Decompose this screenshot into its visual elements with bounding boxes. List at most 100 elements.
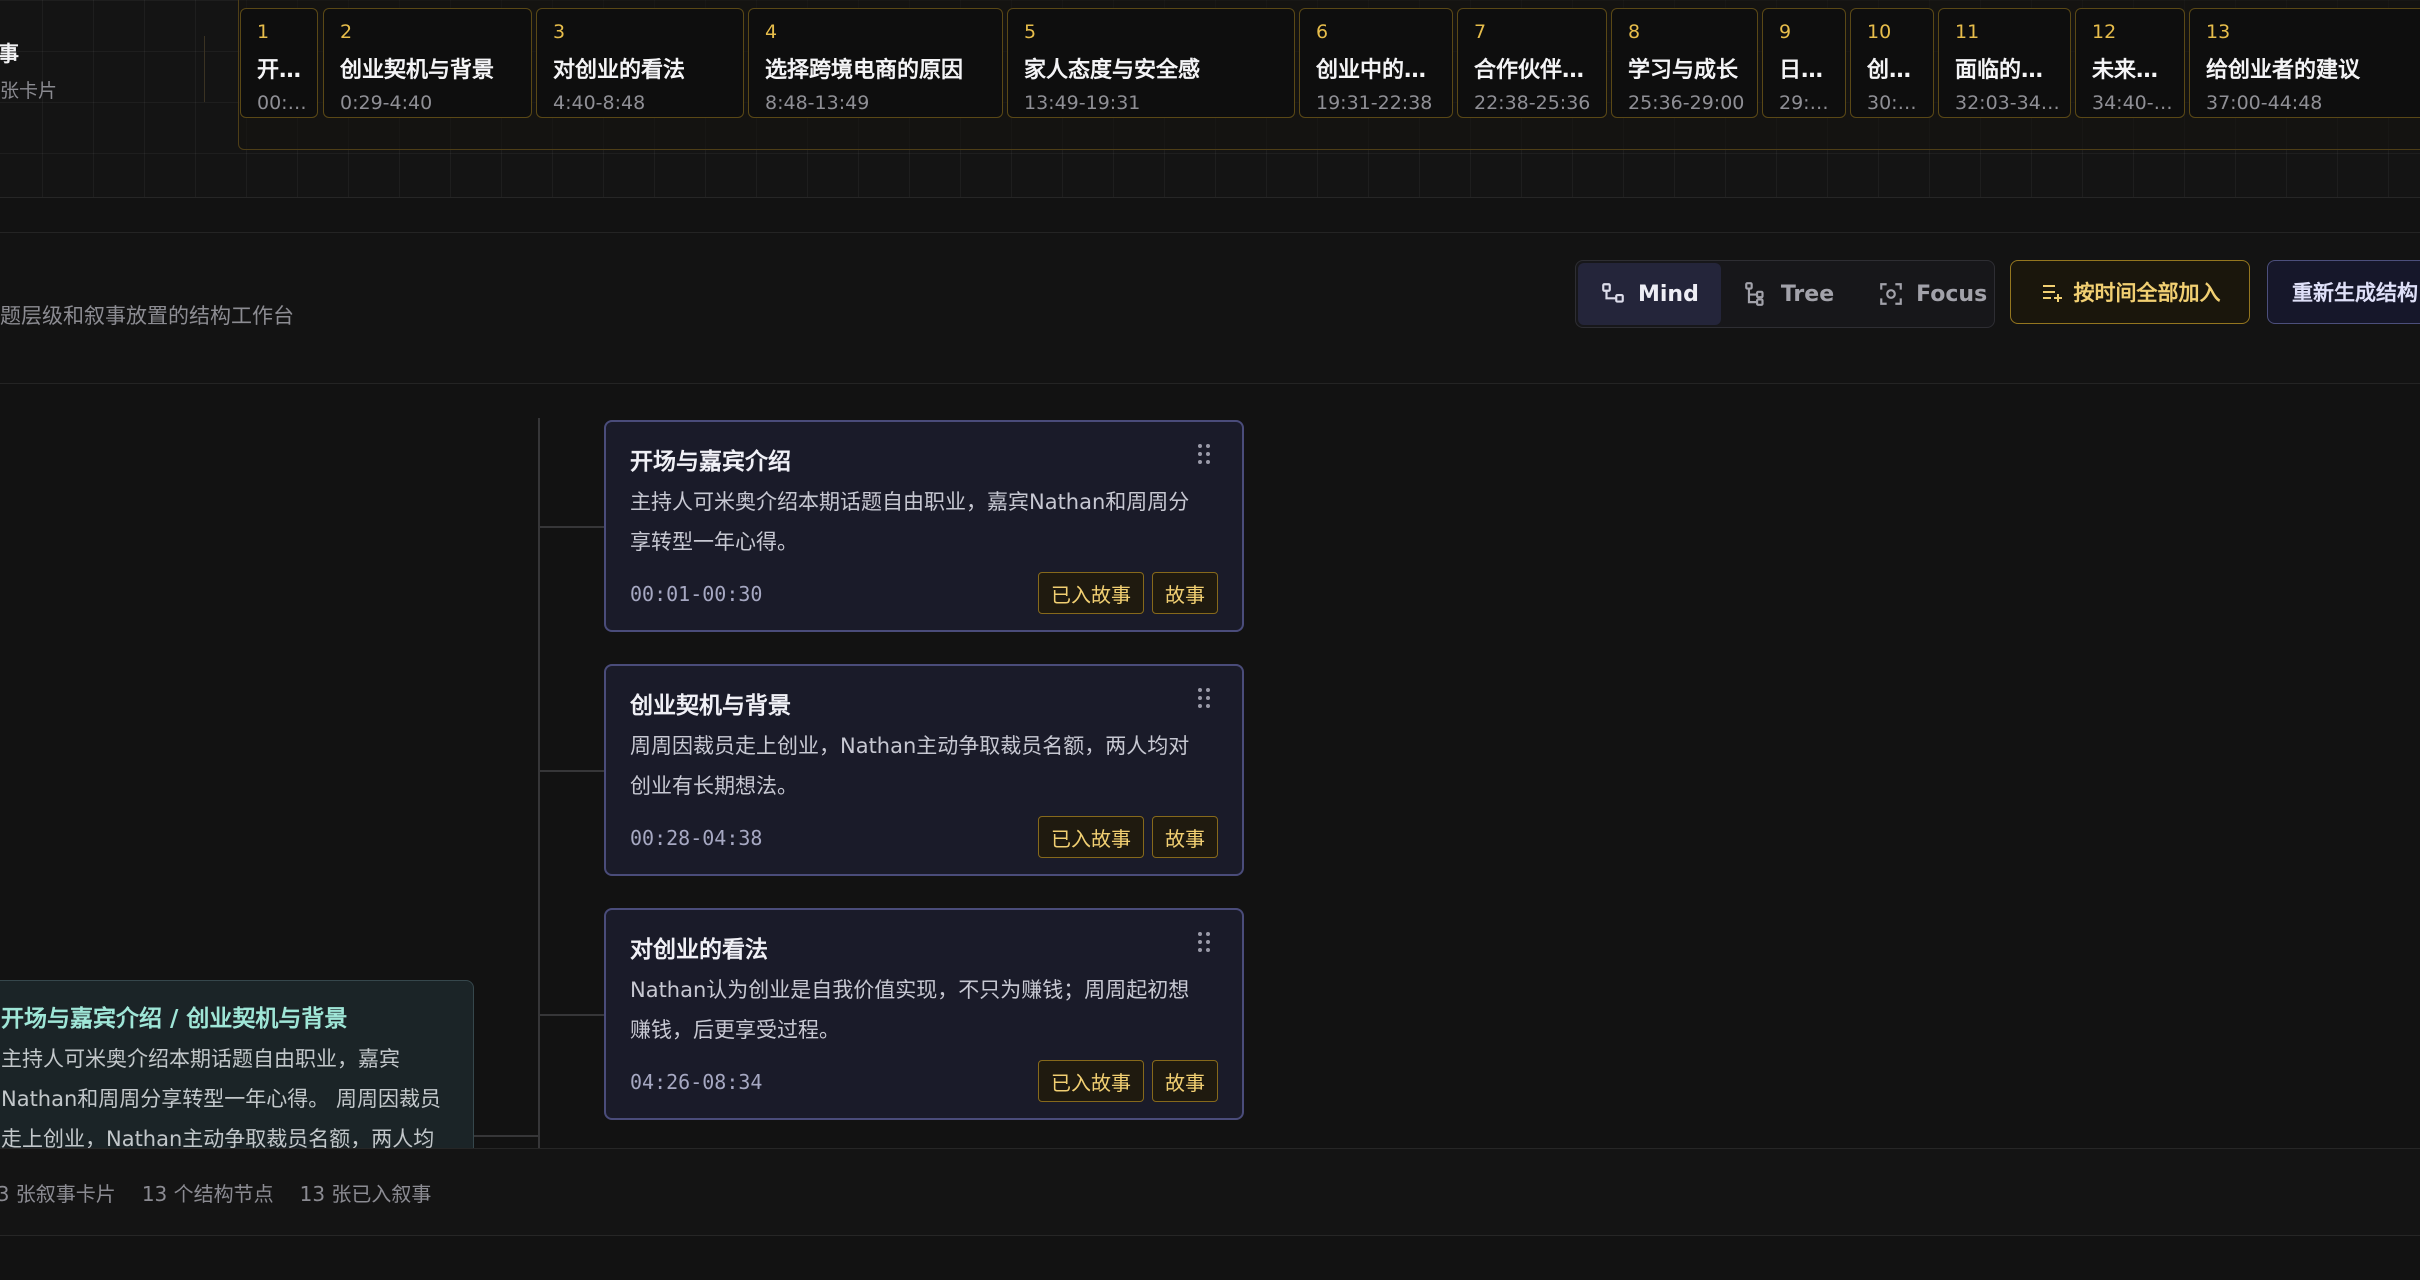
story-tag[interactable]: 故事 (1152, 572, 1218, 614)
chip-time: 13:49-19:31 (1024, 92, 1141, 114)
chip-number: 6 (1316, 21, 1329, 43)
chip-time: 32:03-34:40 (1955, 92, 2070, 114)
timeline-chip-4[interactable]: 4 选择跨境电商的原因 8:48-13:49 (748, 8, 1003, 118)
view-tree-button[interactable]: Tree (1721, 263, 1856, 325)
chip-title: 创业收获 (1867, 58, 1933, 83)
timeline-chip-8[interactable]: 8 学习与成长 25:36-29:00 (1611, 8, 1758, 118)
timeline-chip-9[interactable]: 9 日常节奏 29:00-30:10 (1762, 8, 1846, 118)
in-story-tag[interactable]: 已入故事 (1038, 816, 1144, 858)
timeline-chip-1[interactable]: 1 开场与嘉宾介绍 00:01-00:30 (240, 8, 318, 118)
node-title: 对创业的看法 (630, 937, 768, 963)
chip-number: 10 (1867, 21, 1892, 43)
node-timecode: 04:26-08:34 (630, 1070, 763, 1094)
mind-map-icon (1602, 283, 1624, 303)
status-bar: 13 张叙事卡片 13 个结构节点 13 张已入叙事 (0, 1148, 2420, 1236)
chip-time: 19:31-22:38 (1316, 92, 1433, 114)
focus-icon (1880, 283, 1902, 305)
chip-number: 2 (340, 21, 353, 43)
structure-toolbar: 题层级和叙事放置的结构工作台 Mind Tree Focus 按时间全部加入 重… (0, 232, 2420, 384)
node-summary: Nathan认为创业是自我价值实现，不只为赚钱；周周起初想赚钱，后更享受过程。 (630, 978, 1190, 1042)
timeline-chip-13[interactable]: 13 给创业者的建议 37:00-44:48 (2189, 8, 2420, 118)
list-add-icon (2042, 285, 2062, 302)
chip-title: 创业中的挑战 (1316, 58, 1449, 83)
drag-handle-icon[interactable] (1198, 444, 1212, 464)
chip-number: 3 (553, 21, 566, 43)
connector-branch (539, 526, 605, 528)
regenerate-label: 重新生成结构 (2292, 281, 2418, 305)
structure-node[interactable]: 对创业的看法 Nathan认为创业是自我价值实现，不只为赚钱；周周起初想赚钱，后… (604, 908, 1244, 1120)
node-summary: 主持人可米奥介绍本期话题自由职业，嘉宾Nathan和周周分享转型一年心得。 (630, 490, 1190, 554)
regenerate-structure-button[interactable]: 重新生成结构 (2267, 260, 2420, 324)
chip-number: 11 (1955, 21, 1980, 43)
merged-node-title: 开场与嘉宾介绍 / 创业契机与背景 (1, 1006, 348, 1032)
merged-parent-node[interactable]: 开场与嘉宾介绍 / 创业契机与背景 主持人可米奥介绍本期话题自由职业，嘉宾Nat… (0, 980, 474, 1170)
node-title: 创业契机与背景 (630, 693, 791, 719)
timeline-chip-5[interactable]: 5 家人态度与安全感 13:49-19:31 (1007, 8, 1295, 118)
chip-number: 4 (765, 21, 778, 43)
in-story-tag[interactable]: 已入故事 (1038, 572, 1144, 614)
chip-number: 7 (1474, 21, 1487, 43)
timeline-track: 1 开场与嘉宾介绍 00:01-00:30 2 创业契机与背景 0:29-4:4… (238, 0, 2420, 150)
chip-title: 给创业者的建议 (2206, 58, 2361, 83)
connector-branch (539, 1014, 605, 1016)
drag-handle-icon[interactable] (1198, 932, 1212, 952)
timeline-chip-10[interactable]: 10 创业收获 30:10-32:03 (1850, 8, 1934, 118)
chip-title: 未来规划 (2092, 58, 2181, 83)
chip-title: 开场与嘉宾介绍 (257, 58, 317, 83)
chip-number: 5 (1024, 21, 1037, 43)
chip-time: 0:29-4:40 (340, 92, 433, 114)
tree-icon (1745, 282, 1764, 306)
timeline-chip-7[interactable]: 7 合作伙伴关系 22:38-25:36 (1457, 8, 1607, 118)
chip-time: 30:10-32:03 (1867, 92, 1933, 114)
chip-title: 学习与成长 (1628, 58, 1739, 83)
view-mind-button[interactable]: Mind (1578, 263, 1721, 325)
story-title: 事 (0, 42, 20, 66)
chip-time: 29:00-30:10 (1779, 92, 1845, 114)
header-divider (204, 36, 205, 102)
chip-title: 面临的困难 (1955, 58, 2066, 83)
structure-node[interactable]: 创业契机与背景 周周因裁员走上创业，Nathan主动争取裁员名额，两人均对创业有… (604, 664, 1244, 876)
chip-number: 8 (1628, 21, 1641, 43)
merged-node-summary: 主持人可米奥介绍本期话题自由职业，嘉宾Nathan和周周分享转型一年心得。 周周… (1, 1047, 441, 1151)
timeline-chip-11[interactable]: 11 面临的困难 32:03-34:40 (1938, 8, 2071, 118)
story-header: 事 张卡片 (0, 38, 57, 103)
timeline-chip-2[interactable]: 2 创业契机与背景 0:29-4:40 (323, 8, 532, 118)
workspace-description: 题层级和叙事放置的结构工作台 (0, 304, 294, 328)
add-all-by-time-button[interactable]: 按时间全部加入 (2010, 260, 2250, 324)
drag-handle-icon[interactable] (1198, 688, 1212, 708)
view-mode-switch: Mind Tree Focus (1575, 260, 1995, 328)
chip-title: 创业契机与背景 (340, 58, 495, 83)
story-tag[interactable]: 故事 (1152, 816, 1218, 858)
story-tag[interactable]: 故事 (1152, 1060, 1218, 1102)
connector-branch (474, 1135, 540, 1137)
add-all-label: 按时间全部加入 (2073, 281, 2221, 305)
chip-time: 00:01-00:30 (257, 92, 317, 114)
node-title: 开场与嘉宾介绍 (630, 449, 791, 475)
view-focus-button[interactable]: Focus (1856, 263, 2009, 325)
chip-title: 对创业的看法 (553, 58, 686, 83)
view-mind-label: Mind (1638, 281, 1699, 307)
mind-map-canvas: 开场与嘉宾介绍 主持人可米奥介绍本期话题自由职业，嘉宾Nathan和周周分享转型… (0, 384, 2420, 1170)
chip-number: 1 (257, 21, 270, 43)
timeline-chip-6[interactable]: 6 创业中的挑战 19:31-22:38 (1299, 8, 1453, 118)
timeline-chip-3[interactable]: 3 对创业的看法 4:40-8:48 (536, 8, 744, 118)
node-timecode: 00:01-00:30 (630, 582, 763, 606)
chip-time: 8:48-13:49 (765, 92, 870, 114)
node-timecode: 00:28-04:38 (630, 826, 763, 850)
chip-title: 日常节奏 (1779, 58, 1845, 83)
node-count-stat: 13 个结构节点 (141, 1181, 274, 1206)
chip-title: 合作伙伴关系 (1474, 58, 1606, 83)
chip-title: 家人态度与安全感 (1024, 58, 1201, 83)
chip-title: 选择跨境电商的原因 (765, 58, 964, 83)
node-summary: 周周因裁员走上创业，Nathan主动争取裁员名额，两人均对创业有长期想法。 (630, 734, 1190, 798)
connector-branch (539, 770, 605, 772)
timeline-chip-12[interactable]: 12 未来规划 34:40-37:00 (2075, 8, 2185, 118)
placed-count-stat: 13 张已入叙事 (299, 1181, 432, 1206)
story-card-count: 张卡片 (0, 80, 58, 102)
bottom-area (0, 1236, 2420, 1280)
chip-number: 9 (1779, 21, 1792, 43)
chip-number: 13 (2206, 21, 2231, 43)
structure-node[interactable]: 开场与嘉宾介绍 主持人可米奥介绍本期话题自由职业，嘉宾Nathan和周周分享转型… (604, 420, 1244, 632)
chip-time: 4:40-8:48 (553, 92, 646, 114)
in-story-tag[interactable]: 已入故事 (1038, 1060, 1144, 1102)
